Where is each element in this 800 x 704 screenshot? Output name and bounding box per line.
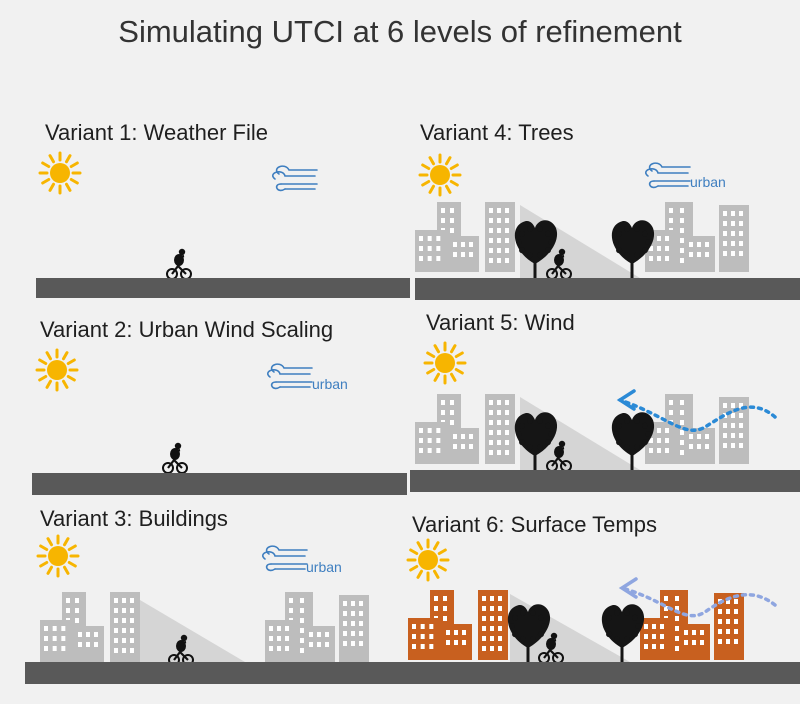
panel-label: Variant 3: Buildings — [40, 506, 228, 531]
panel-label: Variant 1: Weather File — [45, 120, 268, 145]
sun-icon — [36, 534, 80, 578]
page-title: Simulating UTCI at 6 levels of refinemen… — [118, 14, 682, 49]
building-shadow — [140, 600, 245, 662]
panel-variant-6: Variant 6: Surface Temps — [400, 500, 800, 704]
wind-icon — [272, 165, 318, 192]
panel-variant-5: Variant 5: Wind — [410, 305, 800, 500]
sun-icon — [418, 153, 462, 197]
arrow-head-icon — [618, 577, 638, 599]
panel-variant-3: Variant 3: Buildings urban — [0, 500, 410, 704]
wind-urban-tag: urban — [312, 376, 348, 392]
panel-variant-2: Variant 2: Urban Wind Scaling urban — [0, 305, 410, 500]
sun-icon — [406, 538, 450, 582]
panel-variant-4: Variant 4: Trees urban — [410, 110, 800, 305]
arrow-head-icon — [616, 389, 636, 411]
wind-urban-tag: urban — [690, 174, 726, 190]
ground — [32, 473, 407, 495]
wind-icon — [267, 363, 313, 390]
ground — [410, 470, 800, 492]
ground — [36, 278, 410, 298]
panel-label: Variant 5: Wind — [426, 310, 575, 335]
building-cluster-left — [415, 394, 515, 464]
building-cluster-right — [265, 592, 369, 662]
building-cluster-left — [40, 592, 140, 662]
wind-urban-tag: urban — [306, 559, 342, 575]
panel-label: Variant 4: Trees — [420, 120, 574, 145]
ground — [415, 278, 800, 300]
wind-flow-arrow — [620, 586, 777, 618]
cyclist-icon — [166, 248, 192, 280]
panel-variant-1: Variant 1: Weather File — [0, 110, 410, 305]
panel-label: Variant 6: Surface Temps — [412, 512, 657, 537]
sun-icon — [423, 341, 467, 385]
wind-icon — [262, 545, 308, 572]
ground — [405, 662, 800, 684]
sun-icon — [38, 151, 82, 195]
wind-icon — [645, 162, 691, 189]
building-cluster-right — [645, 202, 749, 272]
ground — [25, 662, 410, 684]
building-cluster-left — [415, 202, 515, 272]
cyclist-icon — [162, 442, 188, 474]
building-cluster-left — [408, 590, 508, 660]
sun-icon — [35, 348, 79, 392]
panel-label: Variant 2: Urban Wind Scaling — [40, 317, 334, 342]
building-cluster-right — [645, 394, 749, 464]
